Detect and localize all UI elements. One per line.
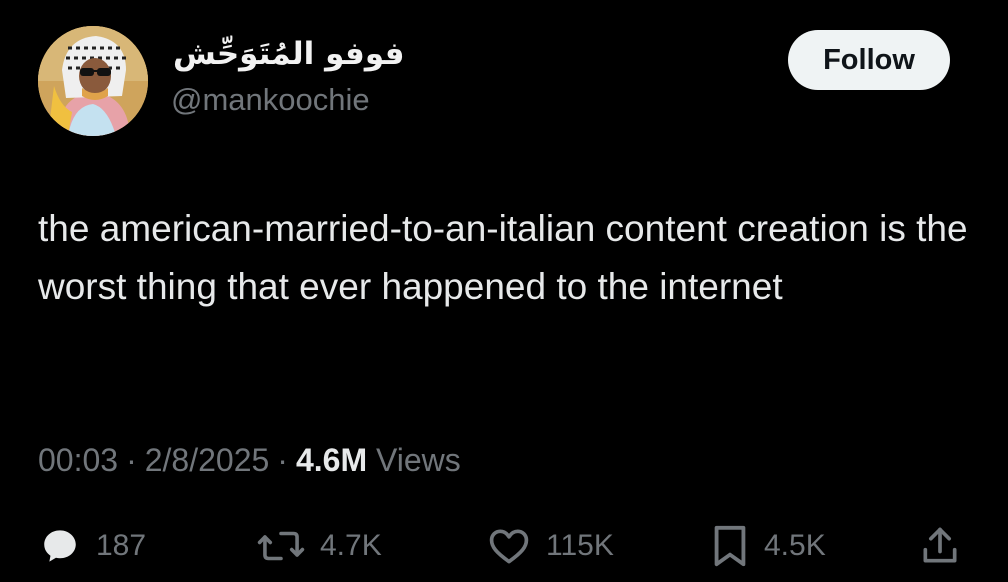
repost-icon [256,524,306,568]
author-names: فوفو المُتَوَحِّش @mankoochie [171,34,405,120]
like-count: 115K [546,529,614,562]
bookmark-count: 4.5K [764,529,826,562]
tweet-meta: 00:03 · 2/8/2025 · 4.6M Views [38,438,461,482]
share-icon [918,523,962,569]
reply-count: 187 [96,529,147,562]
views-count: 4.6M [295,442,368,478]
meta-separator: · [277,442,288,478]
avatar[interactable] [38,26,148,136]
action-bar: 187 4.7K 115K 4.5K [38,518,978,574]
repost-count: 4.7K [320,529,382,562]
tweet-header: فوفو المُتَوَحِّش @mankoochie Follow [38,26,968,138]
author-handle[interactable]: @mankoochie [171,80,405,120]
avatar-image [38,26,148,136]
tweet-date[interactable]: 2/8/2025 [145,442,270,478]
bookmark-button[interactable]: 4.5K [710,518,826,574]
share-button[interactable] [918,518,962,574]
repost-button[interactable]: 4.7K [256,518,382,574]
meta-separator: · [126,442,137,478]
reply-icon [38,524,82,568]
reply-button[interactable]: 187 [38,518,146,574]
like-button[interactable]: 115K [486,518,614,574]
follow-button[interactable]: Follow [788,30,950,90]
tweet-time[interactable]: 00:03 [38,442,118,478]
views-label: Views [375,442,461,478]
display-name[interactable]: فوفو المُتَوَحِّش [173,34,405,74]
heart-icon [486,524,532,568]
tweet-text: the american-married-to-an-italian conte… [38,208,968,307]
bookmark-icon [710,523,750,569]
